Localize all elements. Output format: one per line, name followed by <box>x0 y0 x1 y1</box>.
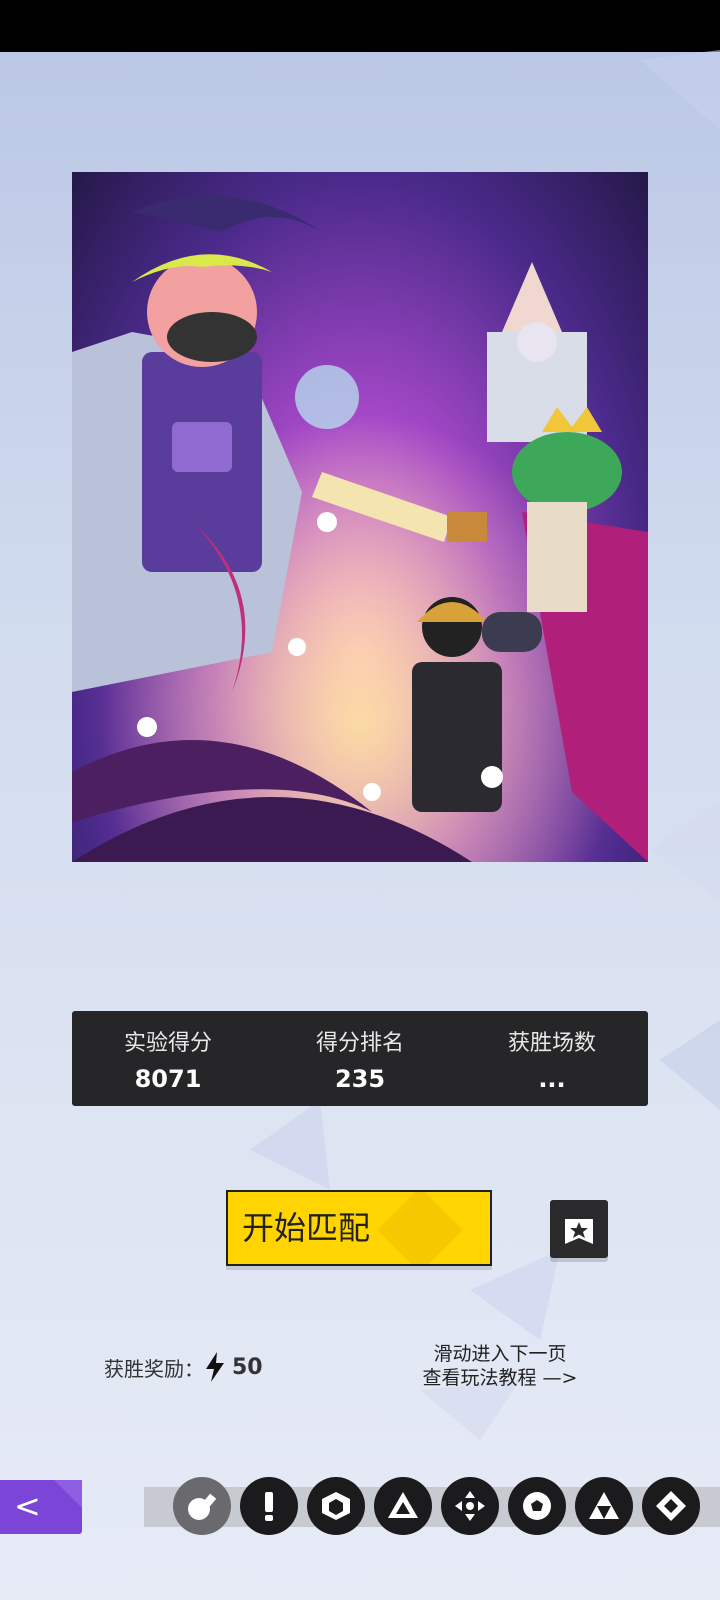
mode-exclamation[interactable] <box>240 1477 298 1535</box>
stat-score-rank: 得分排名 235 <box>270 1025 450 1093</box>
mode-move[interactable] <box>441 1477 499 1535</box>
stat-label: 获胜场数 <box>507 1030 596 1056</box>
cube-icon <box>322 1492 350 1520</box>
stat-value: ... <box>538 1064 566 1093</box>
move-arrows-icon <box>455 1491 485 1521</box>
stat-value: 235 <box>334 1064 386 1093</box>
start-match-button[interactable]: 开始匹配 <box>226 1190 492 1266</box>
triforce-icon <box>589 1492 619 1519</box>
mode-cube[interactable] <box>307 1477 365 1535</box>
button-decoration <box>377 1192 463 1264</box>
stats-panel: 实验得分 8071 得分排名 235 获胜场数 ... <box>72 1011 648 1106</box>
mode-soccer[interactable] <box>508 1477 566 1535</box>
reward-amount: 50 <box>232 1354 263 1380</box>
stat-label: 实验得分 <box>123 1030 212 1056</box>
start-match-label: 开始匹配 <box>242 1209 371 1247</box>
tutorial-hint[interactable]: 滑动进入下一页 查看玩法教程 —> <box>410 1342 590 1390</box>
bomb-icon <box>188 1493 217 1520</box>
badge-star-icon <box>565 1214 593 1244</box>
stat-value: 8071 <box>134 1064 202 1093</box>
exclamation-icon <box>265 1492 273 1521</box>
stat-wins: 获胜场数 ... <box>462 1025 642 1093</box>
mode-triforce[interactable] <box>575 1477 633 1535</box>
lightning-icon <box>206 1352 224 1382</box>
stat-experiment-score: 实验得分 8071 <box>78 1025 258 1093</box>
hint-line-1: 滑动进入下一页 <box>433 1343 567 1365</box>
reward-label: 获胜奖励： <box>104 1356 204 1381</box>
ranking-button[interactable] <box>550 1200 608 1258</box>
mode-triangle[interactable] <box>374 1477 432 1535</box>
back-button[interactable]: < <box>0 1480 82 1534</box>
triangle-arrows-icon <box>388 1492 418 1518</box>
back-arrow-icon: < <box>14 1487 41 1525</box>
mode-diamond[interactable] <box>642 1477 700 1535</box>
stat-label: 得分排名 <box>315 1030 404 1056</box>
mode-bomb[interactable] <box>173 1477 231 1535</box>
victory-reward: 获胜奖励： 50 <box>104 1352 263 1382</box>
mode-selector <box>173 1477 700 1535</box>
status-bar <box>0 0 720 52</box>
hint-line-2: 查看玩法教程 —> <box>422 1367 578 1389</box>
diamond-pattern-icon <box>656 1491 686 1521</box>
game-artwork <box>72 172 648 862</box>
soccer-ball-icon <box>523 1492 551 1520</box>
